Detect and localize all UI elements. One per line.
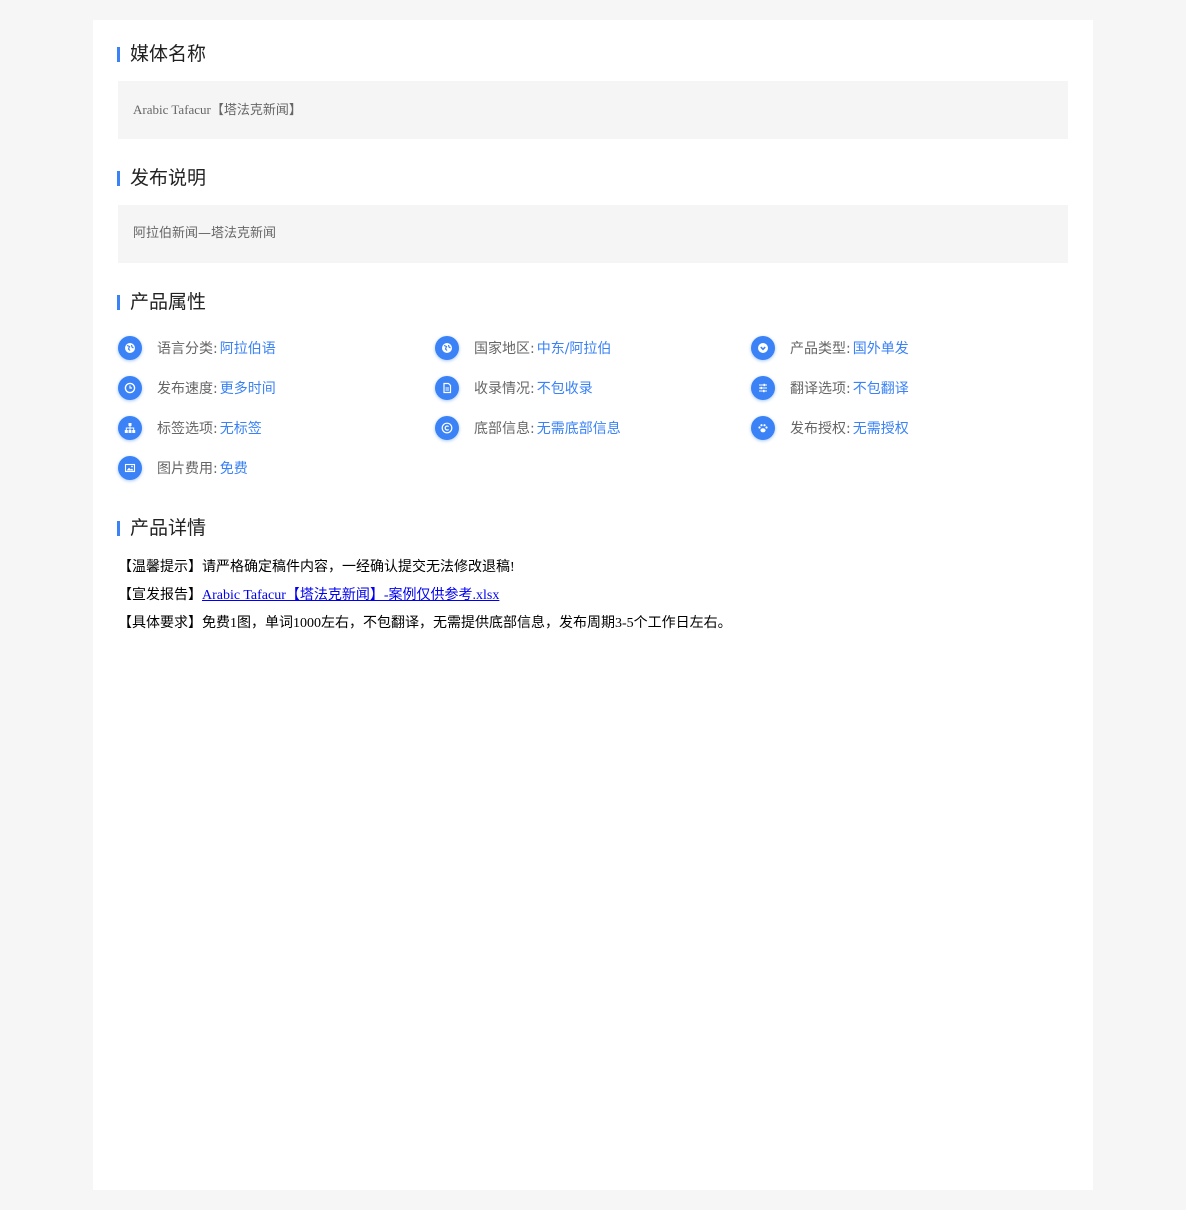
attributes-title: 产品属性: [117, 290, 206, 314]
detail-report: 【宣发报告】Arabic Tafacur【塔法克新闻】-案例仅供参考.xlsx: [118, 582, 1068, 610]
media-name-value: Arabic Tafacur【塔法克新闻】: [118, 81, 1068, 139]
attr-label: 国家地区:: [474, 341, 535, 357]
report-download-link[interactable]: Arabic Tafacur【塔法克新闻】-案例仅供参考.xlsx: [202, 588, 499, 603]
product-card: 媒体名称 Arabic Tafacur【塔法克新闻】 发布说明 阿拉伯新闻—塔法…: [93, 20, 1093, 1190]
image-icon: [118, 456, 142, 480]
attr-value: 中东/阿拉伯: [536, 341, 612, 357]
attr-value: 免费: [219, 461, 248, 477]
attr-value: 不包翻译: [852, 381, 909, 397]
attr-label: 图片费用:: [157, 461, 218, 477]
attr-value: 不包收录: [536, 381, 593, 397]
sliders-icon: [751, 376, 775, 400]
req-text: 免费1图，单词1000左右，不包翻译，无需提供底部信息，发布周期3-5个工作日左…: [202, 616, 732, 631]
document-icon: [435, 376, 459, 400]
report-prefix: 【宣发报告】: [118, 588, 202, 603]
req-prefix: 【具体要求】: [118, 616, 202, 631]
attr-indexing: 收录情况: 不包收录: [435, 375, 593, 401]
attr-authorization: 发布授权: 无需授权: [751, 415, 909, 441]
tip-text: 请严格确定稿件内容，一经确认提交无法修改退稿!: [202, 560, 515, 575]
globe-icon: [435, 336, 459, 360]
attr-value: 无需授权: [852, 421, 909, 437]
attr-tags: 标签选项: 无标签: [118, 415, 262, 441]
attr-translation: 翻译选项: 不包翻译: [751, 375, 909, 401]
chevron-down-circle-icon: [751, 336, 775, 360]
attr-product-type: 产品类型: 国外单发: [751, 335, 909, 361]
globe-icon: [118, 336, 142, 360]
description-title: 发布说明: [117, 166, 206, 190]
attr-value: 无需底部信息: [536, 421, 621, 437]
attr-label: 语言分类:: [157, 341, 218, 357]
attr-label: 标签选项:: [157, 421, 218, 437]
attr-label: 收录情况:: [474, 381, 535, 397]
details-content: 【温馨提示】请严格确定稿件内容，一经确认提交无法修改退稿! 【宣发报告】Arab…: [118, 554, 1068, 638]
tip-prefix: 【温馨提示】: [118, 560, 202, 575]
attr-country: 国家地区: 中东/阿拉伯: [435, 335, 611, 361]
copyright-icon: [435, 416, 459, 440]
clock-icon: [118, 376, 142, 400]
description-value: 阿拉伯新闻—塔法克新闻: [118, 205, 1068, 263]
attr-speed: 发布速度: 更多时间: [118, 375, 276, 401]
attr-label: 翻译选项:: [790, 381, 851, 397]
attr-label: 发布授权:: [790, 421, 851, 437]
attr-value: 国外单发: [852, 341, 909, 357]
media-name-title: 媒体名称: [117, 42, 206, 66]
paw-icon: [751, 416, 775, 440]
detail-tip: 【温馨提示】请严格确定稿件内容，一经确认提交无法修改退稿!: [118, 554, 1068, 582]
attr-value: 阿拉伯语: [219, 341, 276, 357]
attr-label: 产品类型:: [790, 341, 851, 357]
attr-value: 更多时间: [219, 381, 276, 397]
details-title: 产品详情: [117, 516, 206, 540]
attr-label: 发布速度:: [157, 381, 218, 397]
sitemap-icon: [118, 416, 142, 440]
attr-label: 底部信息:: [474, 421, 535, 437]
attr-language: 语言分类: 阿拉伯语: [118, 335, 276, 361]
attr-footer-info: 底部信息: 无需底部信息: [435, 415, 621, 441]
detail-requirements: 【具体要求】免费1图，单词1000左右，不包翻译，无需提供底部信息，发布周期3-…: [118, 610, 1068, 638]
attr-value: 无标签: [219, 421, 262, 437]
attr-image-fee: 图片费用: 免费: [118, 455, 248, 481]
